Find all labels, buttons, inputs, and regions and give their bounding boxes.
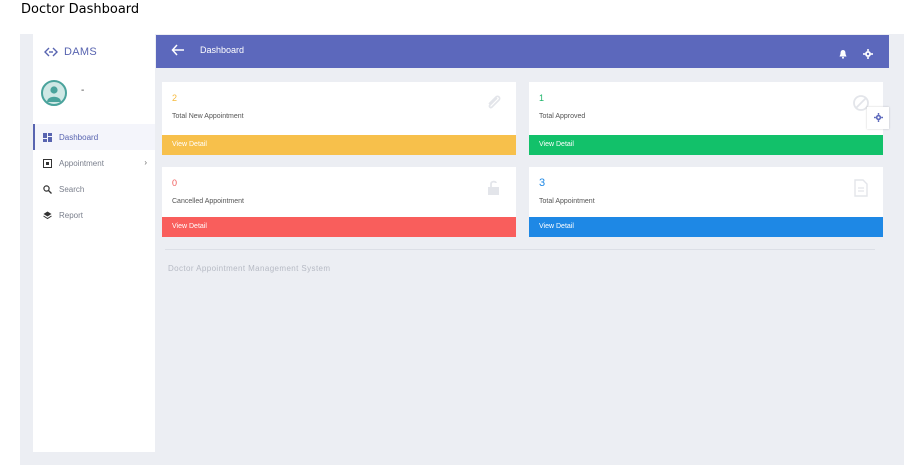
grid-icon (42, 132, 52, 142)
sidebar-item-dashboard[interactable]: Dashboard (33, 124, 155, 150)
user-avatar-icon (41, 80, 67, 106)
profile-name: - (81, 84, 85, 96)
calendar-box-icon (42, 158, 52, 168)
brand-name: DAMS (64, 46, 97, 58)
file-icon (852, 179, 870, 197)
sidebar-item-report[interactable]: Report (33, 202, 155, 228)
gear-icon[interactable] (863, 46, 873, 59)
page-caption: Doctor Dashboard (21, 2, 140, 17)
brand[interactable]: DAMS (44, 44, 97, 60)
unlock-icon (485, 179, 503, 197)
view-detail-link[interactable]: View Detail (529, 135, 883, 155)
paperclip-icon (485, 94, 503, 112)
footer-text: Doctor Appointment Management System (168, 264, 331, 273)
layers-icon (42, 210, 52, 220)
search-icon (42, 184, 52, 194)
code-brackets-icon (44, 47, 58, 57)
sidebar-item-label: Dashboard (59, 132, 99, 142)
settings-fab-button[interactable] (867, 107, 889, 129)
card-count: 2 (172, 93, 178, 103)
card-total-appointment: 3 Total Appointment View Detail (529, 167, 883, 237)
sidebar-item-label: Search (59, 184, 85, 194)
sidebar-item-label: Report (59, 210, 84, 220)
content-divider (165, 249, 875, 250)
card-label: Cancelled Appointment (172, 198, 244, 205)
card-new-appointment: 2 Total New Appointment View Detail (162, 82, 516, 155)
gear-icon (873, 109, 883, 127)
card-total-approved: 1 Total Approved View Detail (529, 82, 883, 155)
bell-icon[interactable] (838, 46, 848, 59)
view-detail-link[interactable]: View Detail (162, 217, 516, 237)
chevron-right-icon: › (144, 158, 147, 167)
profile[interactable]: - (41, 80, 84, 106)
sidebar-item-appointment[interactable]: Appointment › (33, 150, 155, 176)
card-count: 1 (539, 93, 545, 103)
back-arrow-icon[interactable] (171, 43, 185, 57)
sidebar-nav: Dashboard Appointment › Search Report (33, 124, 155, 228)
card-count: 3 (539, 177, 546, 189)
card-label: Total Appointment (539, 198, 595, 205)
sidebar-item-search[interactable]: Search (33, 176, 155, 202)
view-detail-link[interactable]: View Detail (529, 217, 883, 237)
app-frame: DAMS - Dashboard Appointment › Search Re… (20, 34, 904, 465)
view-detail-link[interactable]: View Detail (162, 135, 516, 155)
header-bar: Dashboard (156, 35, 889, 68)
card-cancelled-appointment: 0 Cancelled Appointment View Detail (162, 167, 516, 237)
card-label: Total New Appointment (172, 113, 244, 120)
sidebar-item-label: Appointment (59, 158, 104, 168)
sidebar: DAMS - Dashboard Appointment › Search Re… (33, 34, 155, 452)
page-title: Dashboard (200, 45, 245, 55)
card-count: 0 (172, 178, 178, 188)
card-label: Total Approved (539, 113, 586, 120)
